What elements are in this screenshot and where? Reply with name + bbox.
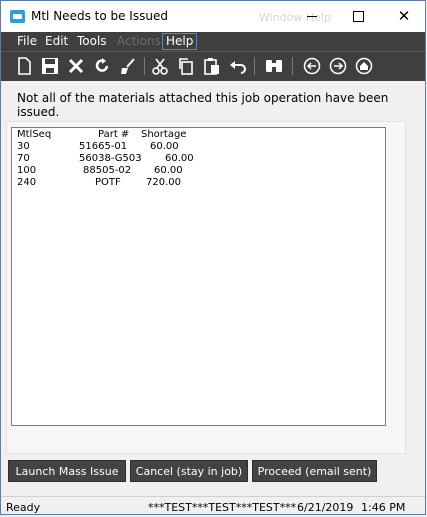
row-shortage: 60.00 xyxy=(150,141,179,152)
menu-help[interactable]: Help xyxy=(162,33,198,50)
cancel-button[interactable]: Cancel (stay in job) xyxy=(130,460,248,482)
search-icon[interactable] xyxy=(264,55,284,77)
title-bar[interactable]: Mtl Needs to be Issued Window Help ✕ xyxy=(1,1,425,32)
warning-message: Not all of the materials attached this j… xyxy=(17,91,389,119)
save-icon[interactable] xyxy=(40,55,60,77)
materials-textbox[interactable]: MtlSeq Part # Shortage 30 51665-01 60.00… xyxy=(11,127,386,426)
home-icon[interactable] xyxy=(354,55,374,77)
status-text: Ready xyxy=(6,501,41,514)
maximize-icon xyxy=(352,11,364,22)
menu-actions: Actions xyxy=(117,34,161,48)
table-row: 100 88505-02 60.00 xyxy=(12,165,385,177)
status-bar: Ready ***TEST***TEST***TEST*** 6/21/2019… xyxy=(1,496,425,517)
row-part: 56038-G503 xyxy=(79,153,142,164)
row-shortage: 720.00 xyxy=(146,177,181,188)
toolbar-separator xyxy=(144,57,145,75)
header-mtlseq: MtlSeq xyxy=(17,129,52,140)
menu-edit[interactable]: Edit xyxy=(45,34,68,49)
forward-icon[interactable] xyxy=(328,55,348,77)
refresh-icon[interactable] xyxy=(92,55,112,77)
row-shortage: 60.00 xyxy=(154,165,183,176)
launch-mass-issue-button[interactable]: Launch Mass Issue xyxy=(8,460,126,482)
table-row: 70 56038-G503 60.00 xyxy=(12,153,385,165)
row-part: 51665-01 xyxy=(79,141,128,152)
row-part: 88505-02 xyxy=(83,165,132,176)
status-date: 6/21/2019 xyxy=(297,501,354,514)
minimize-button[interactable] xyxy=(289,1,335,32)
undo-icon[interactable] xyxy=(228,55,248,77)
menu-tools[interactable]: Tools xyxy=(77,34,107,49)
header-shortage: Shortage xyxy=(141,129,187,140)
clear-icon[interactable] xyxy=(118,55,138,77)
table-header: MtlSeq Part # Shortage xyxy=(12,129,385,141)
app-icon xyxy=(10,10,25,23)
close-icon: ✕ xyxy=(397,7,411,25)
cut-icon[interactable] xyxy=(150,55,170,77)
copy-icon[interactable] xyxy=(176,55,196,77)
delete-icon[interactable] xyxy=(66,55,86,77)
environment-label: ***TEST***TEST***TEST*** xyxy=(148,501,297,514)
close-button[interactable]: ✕ xyxy=(381,1,427,32)
row-mtlseq: 240 xyxy=(17,177,37,188)
proceed-button[interactable]: Proceed (email sent) xyxy=(252,460,377,482)
row-mtlseq: 30 xyxy=(17,141,30,152)
dialog-window: Mtl Needs to be Issued Window Help ✕ Fil… xyxy=(0,0,426,515)
menu-file[interactable]: File xyxy=(17,34,37,49)
minimize-icon xyxy=(307,16,317,17)
row-shortage: 60.00 xyxy=(165,153,194,164)
status-time: 1:46 PM xyxy=(361,501,406,514)
maximize-button[interactable] xyxy=(335,1,381,32)
table-row: 240 POTF 720.00 xyxy=(12,177,385,189)
window-title: Mtl Needs to be Issued xyxy=(31,9,168,23)
menu-bar: File Edit Tools Actions Help xyxy=(1,32,425,51)
row-part: POTF xyxy=(95,177,121,188)
row-mtlseq: 100 xyxy=(17,165,37,176)
new-icon[interactable] xyxy=(14,55,34,77)
toolbar-separator xyxy=(254,57,255,75)
toolbar-separator xyxy=(292,57,293,75)
row-mtlseq: 70 xyxy=(17,153,30,164)
table-row: 30 51665-01 60.00 xyxy=(12,141,385,153)
header-part: Part # xyxy=(98,129,130,140)
back-icon[interactable] xyxy=(302,55,322,77)
paste-icon[interactable] xyxy=(202,55,222,77)
toolbar xyxy=(1,51,425,81)
